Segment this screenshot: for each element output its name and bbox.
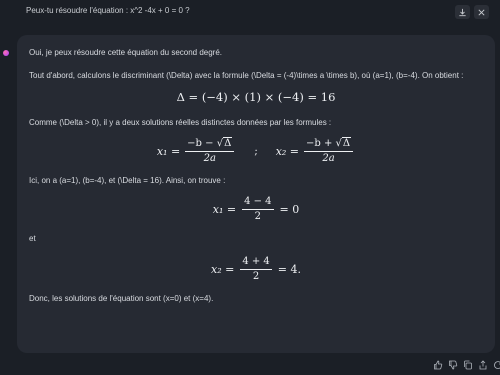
close-icon bbox=[478, 8, 485, 16]
x1-fraction: 4 − 4 2 bbox=[242, 196, 274, 223]
et-text: et bbox=[29, 234, 36, 243]
download-button[interactable] bbox=[455, 5, 470, 19]
formula-separator: ; bbox=[254, 145, 258, 157]
conclusion-text: Donc, les solutions de l'équation sont (… bbox=[29, 294, 214, 303]
download-icon bbox=[459, 8, 466, 16]
formula-x2-num: −b + bbox=[306, 138, 333, 149]
prompt-bar: Peux-tu résoudre l'équation : x^2 -4x + … bbox=[0, 0, 500, 24]
x2-lhs: x₂ = bbox=[210, 262, 235, 276]
regenerate-button[interactable] bbox=[492, 359, 500, 370]
x1-den: 2 bbox=[254, 211, 261, 222]
x1-num: 4 − 4 bbox=[242, 196, 274, 210]
regenerate-icon bbox=[493, 360, 500, 369]
delta-equation: Δ = (−4) × (1) × (−4) = 16 bbox=[176, 90, 336, 104]
formula-x2-lhs: x₂ = bbox=[275, 144, 300, 158]
copy-icon bbox=[463, 360, 472, 369]
share-button[interactable] bbox=[477, 359, 488, 370]
x2-result: x₂ = 4 + 4 2 = 4. bbox=[29, 256, 483, 283]
user-prompt: Peux-tu résoudre l'équation : x^2 -4x + … bbox=[26, 6, 190, 15]
x1-result: x₁ = 4 − 4 2 = 0 bbox=[29, 196, 483, 223]
formula-x2-rad: Δ bbox=[341, 137, 352, 149]
copy-button[interactable] bbox=[462, 359, 473, 370]
thumbs-down-icon bbox=[448, 360, 457, 369]
thumbs-up-button[interactable] bbox=[432, 359, 443, 370]
formula-x1-lhs: x₁ = bbox=[156, 144, 181, 158]
assistant-message: Oui, je peux résoudre cette équation du … bbox=[17, 35, 495, 353]
share-icon bbox=[479, 359, 486, 369]
message-actions bbox=[432, 359, 500, 370]
x2-rhs: = 4. bbox=[277, 262, 301, 276]
discriminant-text: Tout d'abord, calculons le discriminant … bbox=[29, 71, 464, 80]
solution-formulas: x₁ = −b − √Δ 2a ; x₂ = −b + √Δ 2a bbox=[29, 137, 483, 165]
intro-text: Oui, je peux résoudre cette équation du … bbox=[29, 48, 223, 57]
solutions-text: Comme (\Delta > 0), il y a deux solution… bbox=[29, 118, 332, 127]
assistant-avatar bbox=[3, 50, 9, 56]
formula-x1-den: 2a bbox=[203, 153, 216, 164]
close-button[interactable] bbox=[474, 5, 489, 19]
formula-x2-den: 2a bbox=[322, 153, 335, 164]
formula-x1-num: −b − bbox=[187, 138, 214, 149]
values-text: Ici, on a (a=1), (b=-4), et (\Delta = 16… bbox=[29, 176, 226, 185]
thumbs-up-icon bbox=[433, 360, 442, 369]
formula-x1: x₁ = −b − √Δ 2a bbox=[156, 137, 236, 165]
x2-num: 4 + 4 bbox=[240, 256, 272, 270]
formula-x1-fraction: −b − √Δ 2a bbox=[185, 137, 235, 165]
x1-rhs: = 0 bbox=[279, 202, 300, 216]
x1-lhs: x₁ = bbox=[212, 202, 237, 216]
formula-x2: x₂ = −b + √Δ 2a bbox=[275, 137, 355, 165]
formula-x1-rad: Δ bbox=[223, 137, 233, 149]
thumbs-down-button[interactable] bbox=[447, 359, 458, 370]
formula-x2-fraction: −b + √Δ 2a bbox=[304, 137, 354, 165]
x2-den: 2 bbox=[252, 271, 260, 282]
x2-fraction: 4 + 4 2 bbox=[240, 256, 272, 283]
